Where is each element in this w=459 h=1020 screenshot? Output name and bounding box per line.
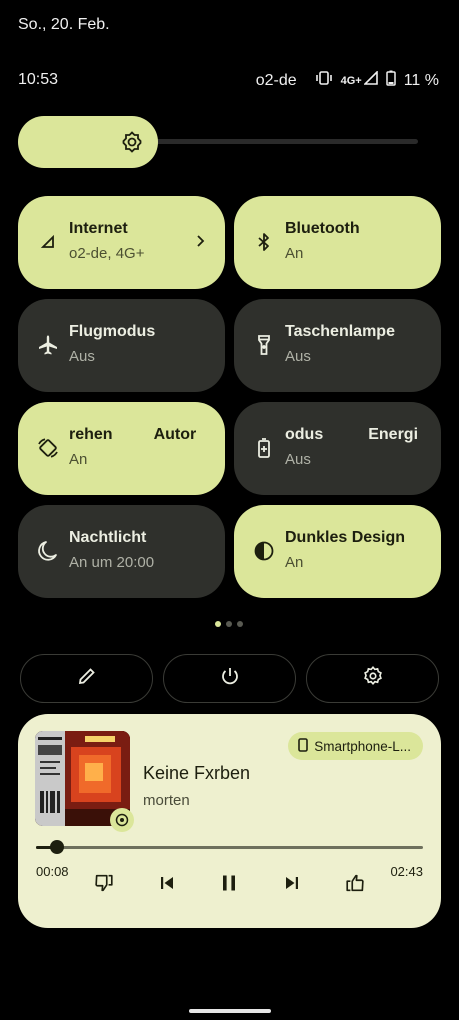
tile-airplane-mode[interactable]: Flugmodus Aus [18, 299, 225, 392]
skip-next-icon [281, 872, 303, 899]
media-player-card[interactable]: Smartphone-L... Keine Fxrben morten 00:0… [18, 714, 441, 928]
settings-icon [362, 665, 384, 692]
status-icons: o2-de 4G+ 11 % [256, 70, 439, 91]
skip-previous-icon [156, 872, 178, 899]
clock: 10:53 [18, 71, 59, 88]
seek-thumb[interactable] [50, 840, 64, 854]
tile-battery-saver-subtitle: Aus [285, 451, 311, 468]
tile-internet-subtitle: o2-de, 4G+ [69, 245, 145, 262]
chevron-right-icon[interactable] [191, 232, 209, 250]
tile-night-light[interactable]: Nachtlicht An um 20:00 [18, 505, 225, 598]
tile-airplane-title: Flugmodus [69, 323, 156, 340]
carrier-label: o2-de [255, 71, 297, 89]
tile-night-light-title: Nachtlicht [69, 529, 147, 546]
seek-bar[interactable] [36, 840, 423, 854]
marquee-text-a: rehen [69, 426, 113, 443]
tile-internet-title: Internet [69, 220, 128, 237]
power-menu-button[interactable] [163, 654, 296, 703]
tile-auto-rotate-title: rehen Autor [69, 426, 201, 448]
brightness-icon [120, 130, 144, 154]
brightness-slider[interactable] [18, 116, 418, 168]
signal-strength-icon [362, 70, 378, 90]
tile-auto-rotate[interactable]: rehen Autor An [18, 402, 225, 495]
page-dot [237, 621, 243, 627]
marquee-text-a: odus [285, 426, 324, 443]
output-device-chip[interactable]: Smartphone-L... [288, 732, 423, 760]
pause-icon [218, 872, 240, 899]
marquee-text-b: Energi [368, 426, 417, 443]
date-label: So., 20. Feb. [18, 16, 110, 33]
tile-flashlight-subtitle: Aus [285, 348, 311, 365]
page-indicator [215, 621, 243, 627]
settings-button[interactable] [306, 654, 439, 703]
tile-night-light-subtitle: An um 20:00 [69, 554, 155, 571]
tile-bluetooth-subtitle: An [285, 245, 304, 262]
thumbs-down-icon [93, 872, 115, 899]
tile-flashlight[interactable]: Taschenlampe Aus [234, 299, 441, 392]
network-type-label: 4G+ [340, 74, 362, 87]
tile-internet[interactable]: Internet o2-de, 4G+ [18, 196, 225, 289]
power-icon [219, 665, 241, 692]
signal-icon [36, 230, 60, 254]
bluetooth-icon [252, 230, 276, 254]
battery-percent-label: 11 % [403, 71, 439, 89]
phone-icon [298, 737, 308, 755]
brightness-track[interactable] [118, 139, 418, 144]
tile-dark-theme[interactable]: Dunkles Design An [234, 505, 441, 598]
marquee-text-b: Autor [153, 426, 197, 443]
tile-bluetooth-title: Bluetooth [285, 220, 360, 237]
pause-button[interactable] [216, 872, 242, 898]
page-dot-active [215, 621, 221, 627]
tile-flashlight-title: Taschenlampe [285, 323, 395, 340]
page-dot [226, 621, 232, 627]
dislike-button[interactable] [91, 872, 117, 898]
tile-dark-theme-subtitle: An [285, 554, 304, 571]
next-button[interactable] [279, 872, 305, 898]
spotify-badge-icon [110, 808, 134, 832]
contrast-icon [252, 539, 276, 563]
song-artist: morten [143, 792, 190, 809]
battery-icon [385, 70, 396, 91]
tile-auto-rotate-subtitle: An [69, 451, 88, 468]
edit-icon [76, 665, 98, 692]
vibrate-icon [315, 70, 333, 91]
tile-bluetooth[interactable]: Bluetooth An [234, 196, 441, 289]
like-button[interactable] [342, 872, 368, 898]
tile-dark-theme-title: Dunkles Design [285, 529, 406, 546]
previous-button[interactable] [154, 872, 180, 898]
total-time: 02:43 [390, 864, 423, 879]
flashlight-icon [252, 333, 276, 357]
song-title: Keine Fxrben [143, 763, 251, 783]
output-device-label: Smartphone-L... [314, 738, 411, 754]
thumbs-up-icon [344, 872, 366, 899]
battery-saver-icon [252, 436, 276, 460]
airplane-icon [36, 333, 60, 357]
elapsed-time: 00:08 [36, 864, 69, 879]
auto-rotate-icon [36, 436, 60, 460]
edit-tiles-button[interactable] [20, 654, 153, 703]
tile-battery-saver-title: odus Energi [285, 426, 417, 448]
tile-battery-saver[interactable]: odus Energi Aus [234, 402, 441, 495]
moon-icon [36, 539, 60, 563]
home-gesture-bar[interactable] [189, 1009, 271, 1013]
tile-airplane-subtitle: Aus [69, 348, 95, 365]
